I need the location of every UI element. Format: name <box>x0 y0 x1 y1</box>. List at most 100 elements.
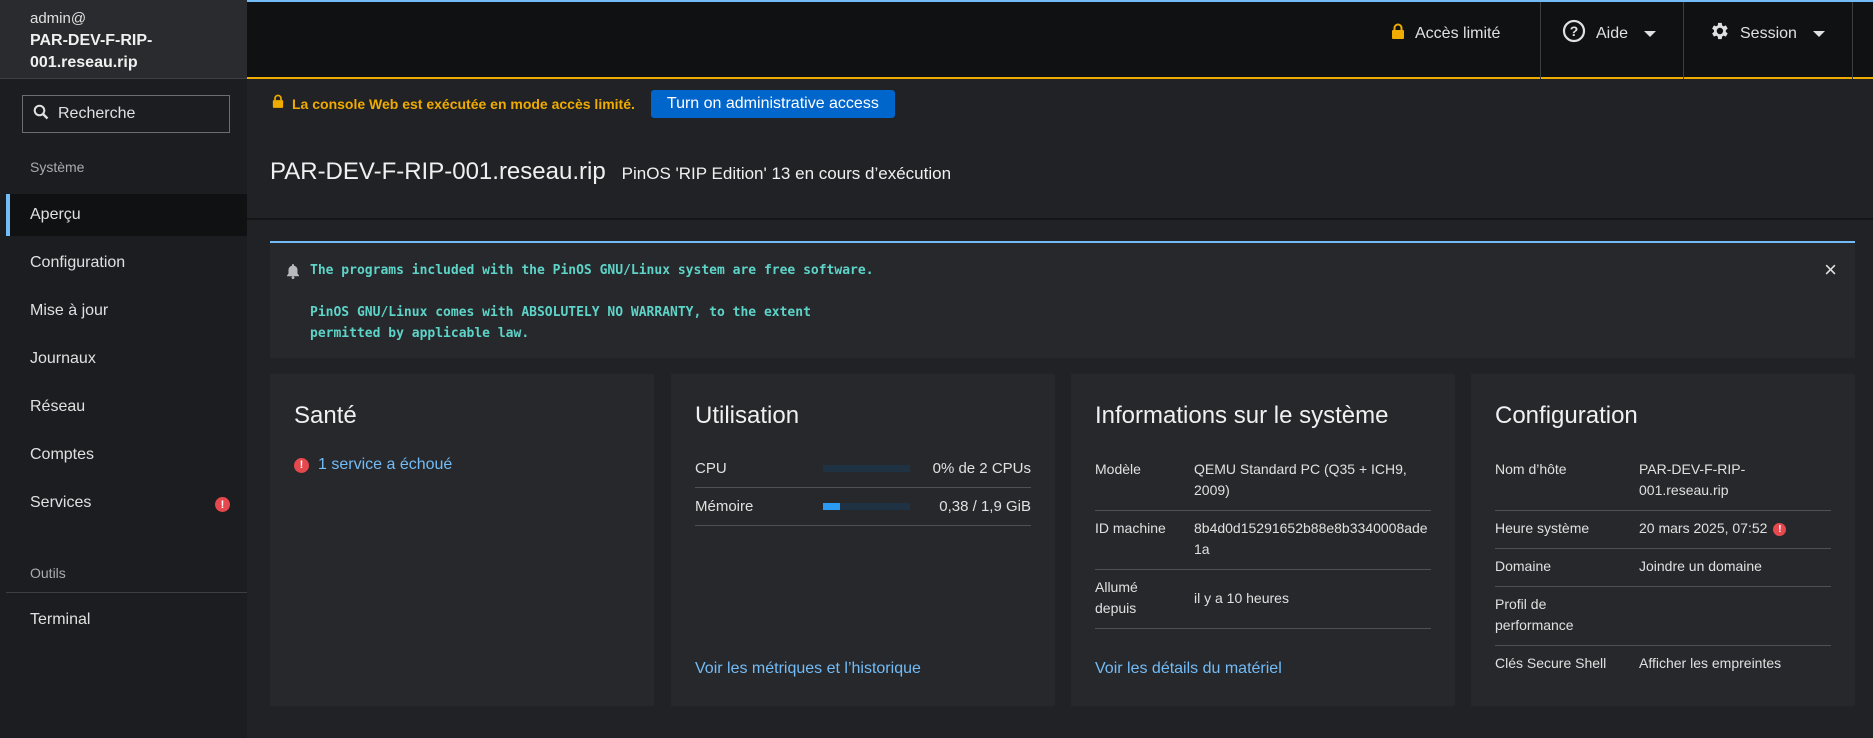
domain-row: Domaine Joindre un domaine <box>1495 547 1831 587</box>
sidebar-item-terminal[interactable]: Terminal <box>6 599 247 641</box>
system-info-card: Informations sur le système Modèle QEMU … <box>1071 374 1455 706</box>
limited-access-button[interactable]: Accès limité <box>1391 2 1500 65</box>
alert-icon: ! <box>215 497 230 512</box>
performance-profile-row: Profil de performance <box>1495 585 1831 646</box>
sidebar-item-overview[interactable]: Aperçu <box>6 194 247 236</box>
uptime-row: Allumé depuis il y a 10 heures <box>1095 568 1431 629</box>
configuration-card: Configuration Nom d’hôte PAR-DEV-F-RIP-0… <box>1471 374 1855 706</box>
nav-section-tools: Outils <box>30 565 66 581</box>
model-row: Modèle QEMU Standard PC (Q35 + ICH9, 200… <box>1095 450 1431 511</box>
page-header: PAR-DEV-F-RIP-001.reseau.rip PinOS 'RIP … <box>270 158 951 186</box>
session-menu[interactable]: Session <box>1708 2 1825 65</box>
topbar-separator <box>1683 2 1684 79</box>
cpu-progress-bar <box>823 465 910 472</box>
svg-text:?: ? <box>1570 23 1579 39</box>
limited-access-warning: La console Web est exécutée en mode accè… <box>247 79 1873 128</box>
sidebar-item-services[interactable]: Services ! <box>6 482 247 524</box>
hardware-details-link[interactable]: Voir les détails du matériel <box>1095 660 1282 678</box>
sidebar-item-label: Comptes <box>30 446 95 463</box>
header-divider <box>247 218 1873 220</box>
domain-label: Domaine <box>1495 558 1552 574</box>
sidebar-item-logs[interactable]: Journaux <box>6 338 247 380</box>
hostname-row: Nom d’hôte PAR-DEV-F-RIP-001.reseau.rip <box>1495 450 1831 511</box>
ssh-keys-label: Clés Secure Shell <box>1495 655 1607 671</box>
search-input[interactable] <box>58 105 218 123</box>
chevron-down-icon <box>1812 30 1825 37</box>
motd-line: permitted by applicable law. <box>310 326 530 341</box>
topbar-separator <box>1852 2 1853 79</box>
system-time-value[interactable]: 20 mars 2025, 07:52 <box>1639 520 1767 536</box>
model-value: QEMU Standard PC (Q35 + ICH9, 2009) <box>1194 461 1407 498</box>
system-time-label: Heure système <box>1495 520 1590 536</box>
model-label: Modèle <box>1095 461 1141 477</box>
warning-text: La console Web est exécutée en mode accè… <box>292 95 635 112</box>
performance-profile-label: Profil de performance <box>1495 596 1574 633</box>
turn-on-admin-access-button[interactable]: Turn on administrative access <box>650 89 895 118</box>
close-icon[interactable]: × <box>1824 257 1837 283</box>
cpu-row: CPU 0% de 2 CPUs <box>695 450 1031 488</box>
host-name-line2: 001.reseau.rip <box>30 54 138 71</box>
system-time-row: Heure système 20 mars 2025, 07:52! <box>1495 509 1831 549</box>
top-bar: Accès limité ? Aide Session <box>247 0 1873 79</box>
lock-icon <box>1391 23 1405 44</box>
sidebar-item-updates[interactable]: Mise à jour <box>6 290 247 332</box>
nav-section-system: Système <box>30 159 85 175</box>
show-fingerprints-link[interactable]: Afficher les empreintes <box>1639 653 1831 674</box>
host-name-line1: PAR-DEV-F-RIP- <box>30 32 153 49</box>
gear-icon <box>1708 20 1730 47</box>
bell-icon <box>286 263 300 283</box>
card-title: Utilisation <box>695 402 800 429</box>
sidebar-item-label: Réseau <box>30 398 86 415</box>
memory-row: Mémoire 0,38 / 1,9 GiB <box>695 488 1031 526</box>
search-icon <box>33 104 49 125</box>
metrics-link[interactable]: Voir les métriques et l’historique <box>695 660 921 678</box>
system-time-value-wrap: 20 mars 2025, 07:52! <box>1639 518 1831 539</box>
machine-id-label: ID machine <box>1095 520 1166 536</box>
host-switcher[interactable]: admin@ PAR-DEV-F-RIP- 001.reseau.rip <box>0 0 247 79</box>
sidebar-item-label: Services <box>30 494 92 511</box>
chevron-down-icon <box>1644 30 1657 37</box>
session-label: Session <box>1740 24 1797 42</box>
os-status: PinOS 'RIP Edition' 13 en cours d’exécut… <box>621 164 952 183</box>
hostname-label: Nom d’hôte <box>1495 461 1567 477</box>
motd-line: The programs included with the PinOS GNU… <box>310 263 874 278</box>
sidebar-item-network[interactable]: Réseau <box>6 386 247 428</box>
machine-id-value: 8b4d0d15291652b88e8b3340008ade1a <box>1194 520 1428 557</box>
sidebar-item-label: Mise à jour <box>30 302 109 319</box>
sidebar-item-label: Aperçu <box>30 206 81 223</box>
help-label: Aide <box>1596 24 1629 42</box>
cpu-value: 0% de 2 CPUs <box>932 460 1031 477</box>
motd-line: PinOS GNU/Linux comes with ABSOLUTELY NO… <box>310 305 811 320</box>
sidebar-item-accounts[interactable]: Comptes <box>6 434 247 476</box>
sidebar-item-label: Journaux <box>30 350 96 367</box>
error-icon: ! <box>1773 522 1787 536</box>
memory-progress-fill <box>823 503 841 510</box>
domain-value[interactable]: Joindre un domaine <box>1639 556 1831 577</box>
ssh-keys-row: Clés Secure Shell Afficher les empreinte… <box>1495 644 1831 683</box>
nav-divider <box>6 592 247 593</box>
usage-card: Utilisation CPU 0% de 2 CPUs Mémoire 0,3… <box>671 374 1055 706</box>
card-title: Configuration <box>1495 402 1638 429</box>
motd-banner: The programs included with the PinOS GNU… <box>270 241 1855 358</box>
limited-access-label: Accès limité <box>1415 24 1501 42</box>
memory-progress-bar <box>823 503 910 510</box>
lock-icon <box>272 94 284 113</box>
failed-services-link[interactable]: 1 service a échoué <box>318 456 452 474</box>
cpu-label: CPU <box>695 460 727 477</box>
uptime-label: Allumé depuis <box>1095 579 1138 616</box>
help-icon: ? <box>1562 19 1586 48</box>
help-menu[interactable]: ? Aide <box>1562 2 1657 65</box>
memory-value: 0,38 / 1,9 GiB <box>939 498 1031 515</box>
search-box[interactable] <box>22 95 230 133</box>
sidebar: admin@ PAR-DEV-F-RIP- 001.reseau.rip Sys… <box>0 0 247 738</box>
card-title: Santé <box>294 402 357 429</box>
sidebar-item-configuration[interactable]: Configuration <box>6 242 247 284</box>
sidebar-item-label: Configuration <box>30 254 126 271</box>
error-icon: ! <box>294 457 309 473</box>
topbar-separator <box>1540 2 1541 79</box>
hostname-value[interactable]: PAR-DEV-F-RIP-001.reseau.rip <box>1639 459 1759 501</box>
machine-id-row: ID machine 8b4d0d15291652b88e8b3340008ad… <box>1095 509 1431 570</box>
page-title: PAR-DEV-F-RIP-001.reseau.rip <box>270 158 606 185</box>
memory-label: Mémoire <box>695 498 754 515</box>
card-title: Informations sur le système <box>1095 402 1389 429</box>
